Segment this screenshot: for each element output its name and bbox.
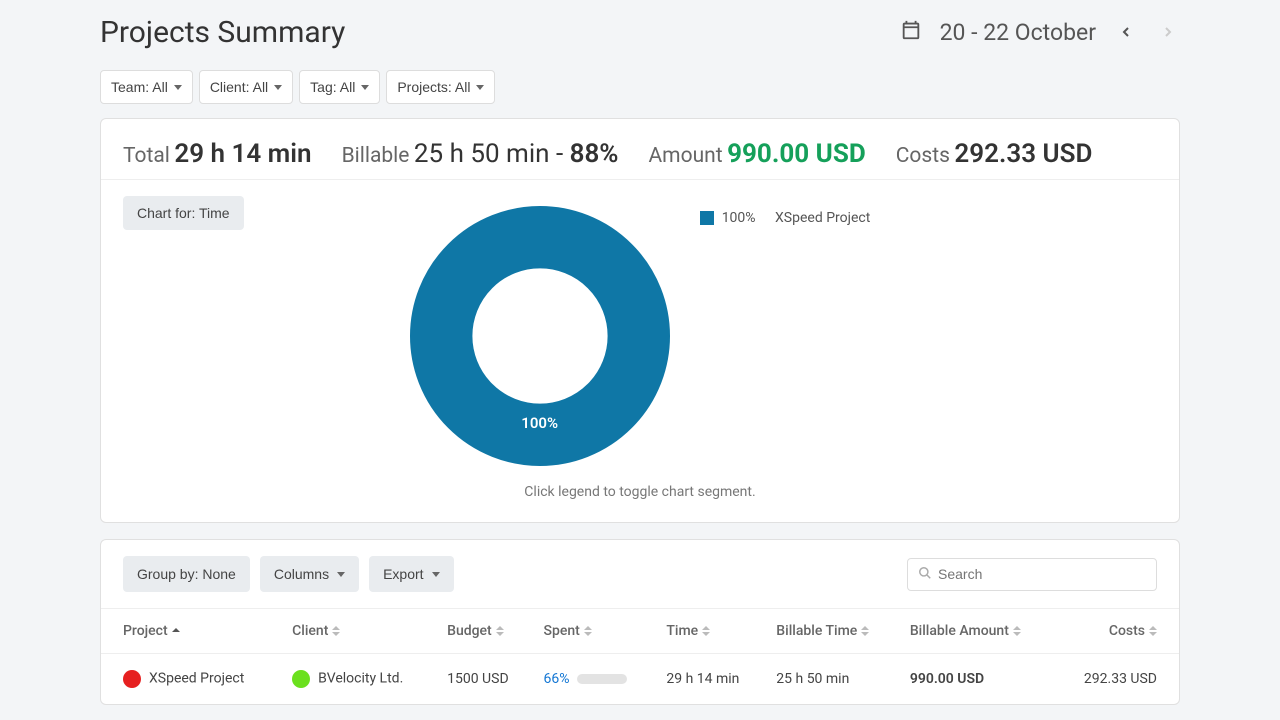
chevron-down-icon (476, 85, 484, 90)
billable-time-cell: 25 h 50 min (766, 654, 900, 705)
budget-cell: 1500 USD (437, 654, 533, 705)
page-title: Projects Summary (100, 15, 345, 50)
chevron-down-icon (432, 572, 440, 577)
prev-period-button[interactable] (1114, 19, 1138, 46)
spent-pct: 66% (543, 671, 569, 687)
th-time[interactable]: Time (656, 609, 766, 654)
summary-panel: Total 29 h 14 min Billable 25 h 50 min -… (100, 118, 1180, 523)
client-name: BVelocity Ltd. (318, 671, 403, 687)
th-spent[interactable]: Spent (533, 609, 656, 654)
donut-segment-label: 100% (521, 414, 558, 432)
legend-name: XSpeed Project (775, 210, 870, 226)
th-budget[interactable]: Budget (437, 609, 533, 654)
costs-stat: Costs 292.33 USD (896, 139, 1093, 169)
date-range-label[interactable]: 20 - 22 October (940, 19, 1096, 46)
projects-table: Project Client Budget Spent Time Billabl… (101, 608, 1179, 704)
export-button[interactable]: Export (369, 556, 453, 592)
columns-button[interactable]: Columns (260, 556, 359, 592)
chevron-down-icon (361, 85, 369, 90)
filter-team[interactable]: Team: All (100, 70, 193, 104)
table-row[interactable]: XSpeed Project BVelocity Ltd. 1500 USD 6… (101, 654, 1179, 705)
billable-stat: Billable 25 h 50 min - 88% (342, 139, 619, 169)
time-cell: 29 h 14 min (656, 654, 766, 705)
filter-projects[interactable]: Projects: All (386, 70, 495, 104)
chart-legend-item[interactable]: 100% XSpeed Project (700, 206, 871, 226)
chevron-down-icon (174, 85, 182, 90)
search-icon (918, 566, 932, 583)
billable-amount-cell: 990.00 USD (900, 654, 1055, 705)
amount-stat: Amount 990.00 USD (648, 139, 865, 169)
client-color-dot (292, 670, 310, 688)
legend-swatch-icon (700, 211, 714, 225)
date-range-nav: 20 - 22 October (900, 19, 1180, 46)
next-period-button[interactable] (1156, 19, 1180, 46)
th-client[interactable]: Client (282, 609, 437, 654)
project-color-dot (123, 670, 141, 688)
table-panel: Group by: None Columns Export Project Cl… (100, 539, 1180, 705)
chevron-down-icon (274, 85, 282, 90)
th-costs[interactable]: Costs (1055, 609, 1179, 654)
project-name: XSpeed Project (149, 671, 244, 687)
filter-client[interactable]: Client: All (199, 70, 293, 104)
stats-row: Total 29 h 14 min Billable 25 h 50 min -… (101, 119, 1179, 179)
calendar-icon[interactable] (900, 19, 922, 46)
th-billable-amount[interactable]: Billable Amount (900, 609, 1055, 654)
th-project[interactable]: Project (101, 609, 282, 654)
group-by-button[interactable]: Group by: None (123, 556, 250, 592)
spent-progress-bar (577, 674, 627, 684)
search-input[interactable] (938, 566, 1146, 582)
legend-pct: 100% (722, 210, 756, 226)
th-billable-time[interactable]: Billable Time (766, 609, 900, 654)
chevron-down-icon (337, 572, 345, 577)
search-box[interactable] (907, 558, 1157, 591)
chart-hint: Click legend to toggle chart segment. (123, 484, 1157, 500)
chart-for-button[interactable]: Chart for: Time (123, 196, 244, 230)
total-stat: Total 29 h 14 min (123, 139, 312, 169)
costs-cell: 292.33 USD (1055, 654, 1179, 705)
filter-tag[interactable]: Tag: All (299, 70, 380, 104)
donut-chart: 100% (410, 206, 670, 466)
